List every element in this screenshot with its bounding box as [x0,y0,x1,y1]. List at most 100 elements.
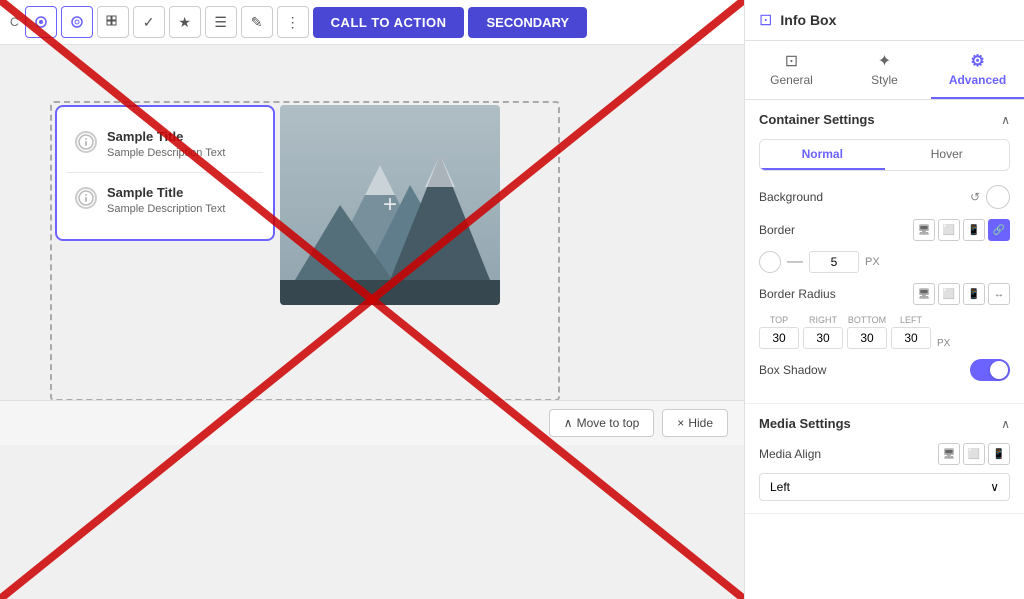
move-to-top-arrow: ∧ [564,416,573,430]
toolbar-btn-star[interactable]: ★ [169,6,201,38]
tab-general[interactable]: ⊡ General [745,41,838,99]
radius-icon-tablet[interactable]: ⬜ [938,283,960,305]
radius-top-input[interactable] [759,327,799,349]
radius-top-group: TOP [759,315,799,349]
secondary-button[interactable]: SECONDARY [468,7,587,38]
border-value-input[interactable] [809,251,859,273]
info-box-group: Sample Title Sample Description Text Sam… [55,105,275,241]
radius-left-label: LEFT [900,315,922,325]
cta-button[interactable]: CALL TO ACTION [313,7,465,38]
info-box-item-2: Sample Title Sample Description Text [67,173,263,228]
box-shadow-toggle[interactable] [970,359,1010,381]
radius-unit: PX [937,338,950,349]
toolbar-btn-target[interactable] [25,6,57,38]
border-dash: — [787,253,803,271]
info-box-icon: ⊡ [759,10,772,30]
info-box-group-container: Sample Title Sample Description Text Sam… [55,105,275,241]
info-text-2: Sample Title Sample Description Text [107,185,225,216]
border-icon-tablet[interactable]: ⬜ [938,219,960,241]
radius-left-group: LEFT [891,315,931,349]
info-icon-1 [75,131,97,153]
toolbar-btn-edit[interactable]: ✎ [241,6,273,38]
toggle-knob [990,361,1008,379]
border-unit: PX [865,256,880,268]
hide-x: × [677,416,684,430]
toolbar-btn-check[interactable]: ✓ [133,6,165,38]
radius-right-group: RIGHT [803,315,843,349]
radius-right-input[interactable] [803,327,843,349]
media-settings-section: Media Settings ∧ Media Align 🖥 ⬜ 📱 Left … [745,404,1024,514]
media-settings-header[interactable]: Media Settings ∧ [759,416,1010,431]
background-color-picker[interactable] [986,185,1010,209]
toolbar-btn-more[interactable]: ⋮ [277,6,309,38]
toolbar-btn-list[interactable]: ☰ [205,6,237,38]
toolbar-btn-grid[interactable] [97,6,129,38]
tab-advanced[interactable]: ⚙ Advanced [931,41,1024,99]
plus-icon[interactable]: + [383,191,397,219]
toolbar-btn-layout[interactable] [61,6,93,38]
state-tabs: Normal Hover [759,139,1010,171]
border-color-picker[interactable] [759,251,781,273]
background-controls: ↺ [970,185,1010,209]
radius-top-label: TOP [770,315,788,325]
advanced-icon: ⚙ [941,51,1014,71]
border-label-row: Border 🖥 ⬜ 📱 🔗 [759,219,1010,241]
radius-icon-monitor[interactable]: 🖥 [913,283,935,305]
radius-right-label: RIGHT [809,315,837,325]
media-icon-monitor[interactable]: 🖥 [938,443,960,465]
container-settings-section: Container Settings ∧ Normal Hover Backgr… [745,100,1024,404]
media-settings-title: Media Settings [759,416,851,431]
radius-bottom-group: BOTTOM [847,315,887,349]
style-icon: ✦ [848,51,921,71]
container-settings-header[interactable]: Container Settings ∧ [759,112,1010,127]
radius-icon-mobile[interactable]: 📱 [963,283,985,305]
border-input-row: — PX [759,251,1010,273]
info-box-item-1: Sample Title Sample Description Text [67,117,263,173]
border-icon-mobile[interactable]: 📱 [963,219,985,241]
radius-left-input[interactable] [891,327,931,349]
info-icon-2 [75,187,97,209]
canvas-area: C ✓ ★ ☰ ✎ ⋮ CALL TO ACTION SECONDARY [0,0,744,599]
top-toolbar: C ✓ ★ ☰ ✎ ⋮ CALL TO ACTION SECONDARY [0,0,744,45]
move-to-top-button[interactable]: ∧ Move to top [549,409,655,437]
radius-icon-link[interactable]: ↔ [988,283,1010,305]
panel-header: ⊡ Info Box [745,0,1024,41]
select-chevron: ∨ [990,480,999,494]
toolbar-label: C [10,15,19,29]
state-tab-hover[interactable]: Hover [885,140,1010,170]
main-container: C ✓ ★ ☰ ✎ ⋮ CALL TO ACTION SECONDARY [0,0,1024,599]
media-align-icons: 🖥 ⬜ 📱 [938,443,1010,465]
refresh-icon[interactable]: ↺ [970,190,980,204]
info-desc-2: Sample Description Text [107,202,225,216]
container-chevron: ∧ [1001,113,1010,127]
info-desc-1: Sample Description Text [107,146,225,160]
box-shadow-row: Box Shadow [759,359,1010,381]
hide-button[interactable]: × Hide [662,409,728,437]
info-title-2: Sample Title [107,185,225,200]
border-icon-monitor[interactable]: 🖥 [913,219,935,241]
border-label: Border [759,223,795,237]
border-radius-row: TOP RIGHT BOTTOM LEFT PX [759,315,1010,349]
info-text-1: Sample Title Sample Description Text [107,129,225,160]
radius-bottom-input[interactable] [847,327,887,349]
canvas-content: Sample Title Sample Description Text Sam… [0,45,744,505]
border-icon-link[interactable]: 🔗 [988,219,1010,241]
border-icons: 🖥 ⬜ 📱 🔗 [913,219,1010,241]
panel-tabs: ⊡ General ✦ Style ⚙ Advanced [745,41,1024,100]
state-tab-normal[interactable]: Normal [760,140,885,170]
radius-bottom-label: BOTTOM [848,315,886,325]
border-radius-label: Border Radius [759,287,836,301]
box-shadow-label: Box Shadow [759,363,826,377]
media-align-select[interactable]: Left ∨ [759,473,1010,501]
media-icon-tablet[interactable]: ⬜ [963,443,985,465]
background-row: Background ↺ [759,185,1010,209]
panel-title: Info Box [780,12,836,28]
image-placeholder: + [280,105,500,305]
tab-style[interactable]: ✦ Style [838,41,931,99]
border-radius-label-row: Border Radius 🖥 ⬜ 📱 ↔ [759,283,1010,305]
media-chevron: ∧ [1001,417,1010,431]
media-align-row: Media Align 🖥 ⬜ 📱 [759,443,1010,465]
media-icon-mobile[interactable]: 📱 [988,443,1010,465]
bottom-bar: ∧ Move to top × Hide [0,400,744,445]
info-title-1: Sample Title [107,129,225,144]
